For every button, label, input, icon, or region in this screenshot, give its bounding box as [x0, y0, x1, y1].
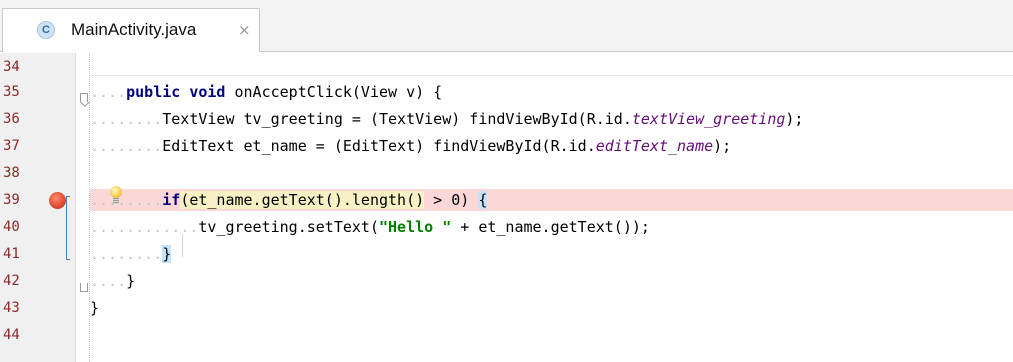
gutter-separator [75, 53, 76, 362]
fold-icon[interactable] [80, 283, 88, 292]
editor-tab-bar: C MainActivity.java × [0, 0, 1013, 52]
whitespace-dots: ............ [90, 218, 199, 236]
code-text: + et_name.getText()); [451, 218, 650, 236]
scope-indicator [66, 196, 70, 260]
code-text: ) [460, 191, 470, 209]
string-literal: "Hello " [379, 218, 452, 236]
code-line[interactable]: ....} [90, 270, 1013, 292]
keyword: if [162, 191, 181, 209]
brace-match: } [162, 245, 172, 263]
class-icon: C [37, 21, 55, 39]
whitespace-dots: ........ [90, 137, 163, 155]
code-line[interactable]: ........} [90, 243, 1013, 265]
code-text: tv_greeting.setText( [198, 218, 379, 236]
current-line-marker [90, 75, 1013, 76]
line-number: 38 [3, 165, 20, 181]
code-line[interactable]: ........EditText et_name = (EditText) fi… [90, 135, 1013, 157]
line-number: 36 [3, 111, 20, 127]
code-line[interactable]: ........if(et_name.getText().length() > … [90, 189, 1013, 211]
line-number: 42 [3, 273, 20, 289]
tab-main-activity[interactable]: C MainActivity.java × [2, 8, 260, 52]
keyword: public [126, 83, 181, 101]
whitespace-dots: ........ [90, 245, 163, 263]
code-line[interactable]: ........TextView tv_greeting = (TextView… [90, 108, 1013, 130]
breakpoint-icon[interactable] [49, 192, 66, 209]
code-text: } [90, 299, 100, 317]
code-text: } [126, 272, 136, 290]
whitespace-dots: .... [90, 83, 127, 101]
whitespace-dots: ........ [90, 110, 163, 128]
code-line[interactable]: } [90, 297, 1013, 319]
line-number: 41 [3, 246, 20, 262]
code-line[interactable]: ............tv_greeting.setText("Hello "… [90, 216, 1013, 238]
line-number: 44 [3, 327, 20, 343]
brace-match: { [478, 191, 488, 209]
field-reference: textView_greeting [631, 110, 786, 128]
line-number: 39 [3, 192, 20, 208]
code-text: TextView tv_greeting = (TextView) findVi… [162, 110, 632, 128]
code-line[interactable]: ....public void onAcceptClick(View v) { [90, 81, 1013, 103]
intention-bulb-icon[interactable] [108, 186, 124, 206]
line-number: 40 [3, 219, 20, 235]
code-text: ); [785, 110, 804, 128]
code-text: > 0 [424, 191, 461, 209]
close-icon[interactable]: × [238, 21, 251, 39]
line-number: 43 [3, 300, 20, 316]
fold-icon[interactable] [80, 93, 88, 102]
field-reference: editText_name [595, 137, 714, 155]
line-number: 35 [3, 84, 20, 100]
line-number: 34 [3, 59, 20, 75]
code-text: onAcceptClick(View v) { [234, 83, 443, 101]
code-text: ); [713, 137, 732, 155]
code-text: ( [180, 191, 190, 209]
code-text: EditText et_name = (EditText) findViewBy… [162, 137, 596, 155]
whitespace-dots: .... [90, 272, 127, 290]
code-text: et_name.getText().length() [189, 191, 425, 209]
tab-title: MainActivity.java [71, 20, 197, 39]
whitespace-dots: ........ [90, 191, 163, 209]
line-number: 37 [3, 138, 20, 154]
keyword: void [189, 83, 226, 101]
